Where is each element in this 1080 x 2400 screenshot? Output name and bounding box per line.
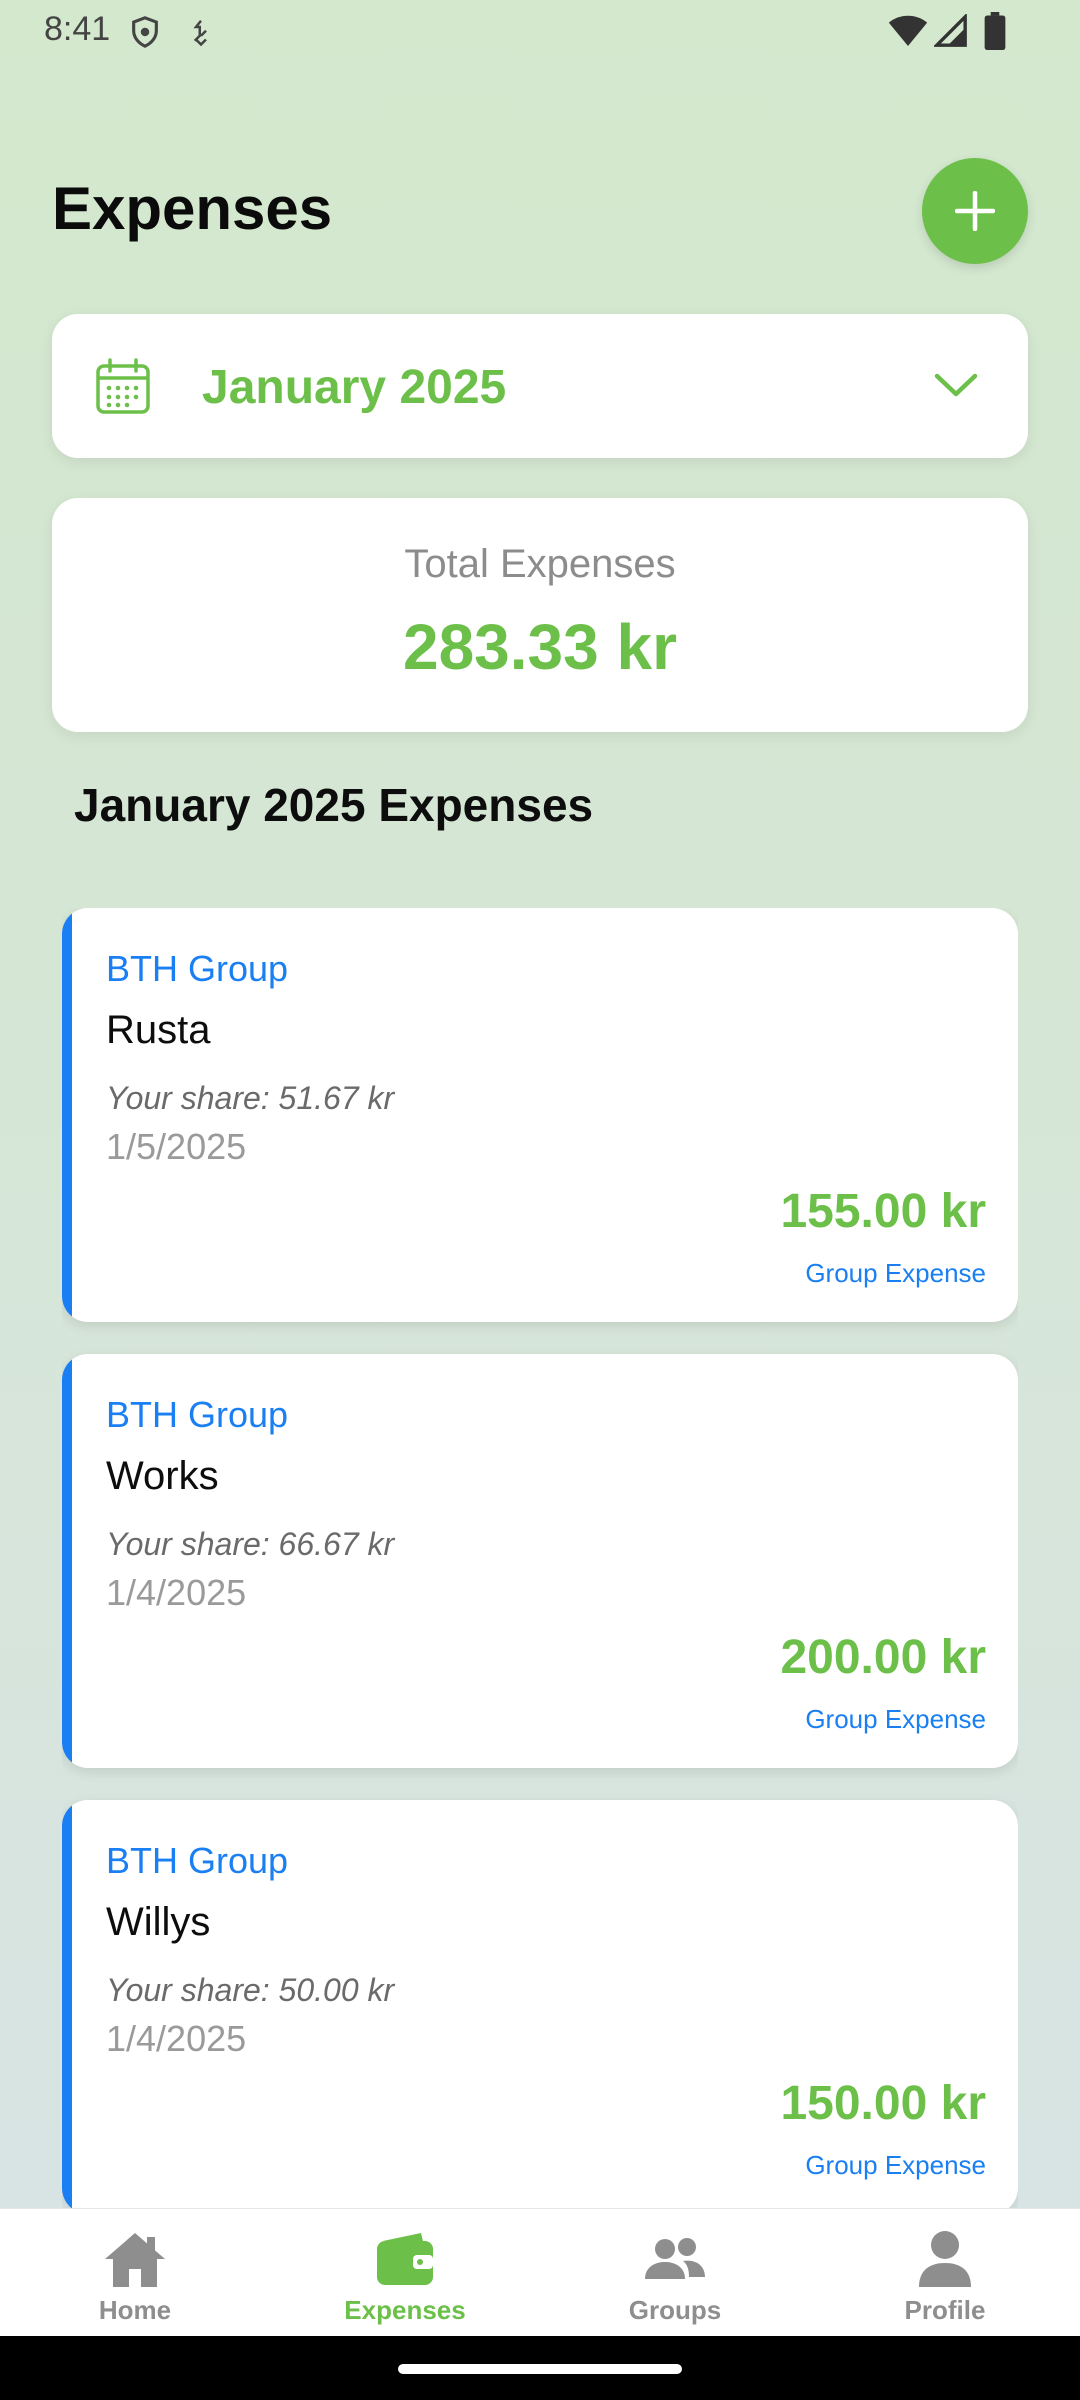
expense-group: BTH Group [106, 1840, 289, 1881]
nav-label-groups: Groups [628, 2295, 722, 2325]
selected-month: January 2025 [202, 361, 507, 414]
nav-item-expenses[interactable]: Expenses [270, 2209, 540, 2337]
system-gesture-bar [0, 2336, 1080, 2400]
expense-share: Your share: 66.67 kr [106, 1526, 395, 1562]
plus-icon [955, 191, 995, 231]
wallet-icon [377, 2233, 433, 2285]
status-bar: 8:41 [0, 0, 1080, 64]
usb-debug-icon [193, 19, 207, 47]
expense-card[interactable]: BTH Group Works Your share: 66.67 kr 1/4… [62, 1354, 1018, 1768]
expense-date: 1/4/2025 [106, 2018, 247, 2059]
expense-amount: 150.00 kr [780, 2077, 986, 2130]
add-expense-button[interactable] [922, 158, 1028, 264]
profile-icon [919, 2231, 971, 2287]
nav-label-home: Home [98, 2295, 172, 2325]
nav-item-groups[interactable]: Groups [540, 2209, 810, 2337]
cell-signal-icon [934, 14, 967, 47]
expense-card[interactable]: BTH Group Rusta Your share: 51.67 kr 1/5… [62, 908, 1018, 1322]
expense-group: BTH Group [106, 948, 289, 989]
expense-list[interactable]: BTH Group Rusta Your share: 51.67 kr 1/5… [62, 908, 1018, 2208]
page-title: Expenses [52, 175, 333, 242]
chevron-down-icon [934, 373, 978, 397]
expense-date: 1/5/2025 [106, 1126, 247, 1167]
wifi-icon [888, 15, 928, 46]
groups-icon [645, 2238, 705, 2279]
expense-card[interactable]: BTH Group Willys Your share: 50.00 kr 1/… [62, 1800, 1018, 2208]
expense-share: Your share: 50.00 kr [106, 1972, 395, 2008]
expense-type: Group Expense [805, 1258, 986, 1288]
total-expenses-label: Total Expenses [404, 542, 676, 586]
nav-item-profile[interactable]: Profile [810, 2209, 1080, 2337]
nav-label-expenses: Expenses [344, 2295, 466, 2325]
status-time: 8:41 [44, 10, 111, 48]
card-accent [62, 1354, 72, 1768]
home-icon [105, 2233, 165, 2287]
home-gesture-handle[interactable] [398, 2364, 682, 2374]
bottom-nav: Home Expenses Groups Profile [0, 2208, 1080, 2337]
nav-item-home[interactable]: Home [0, 2209, 270, 2337]
total-expenses-amount: 283.33 kr [402, 611, 678, 683]
nav-label-profile: Profile [904, 2295, 986, 2325]
total-expenses-card: Total Expenses 283.33 kr [52, 498, 1028, 732]
card-accent [62, 908, 72, 1322]
expense-amount: 155.00 kr [780, 1185, 986, 1238]
expense-name: Willys [106, 1900, 211, 1944]
battery-icon [984, 12, 1006, 50]
expense-date: 1/4/2025 [106, 1572, 247, 1613]
shield-icon [132, 16, 158, 48]
expense-share: Your share: 51.67 kr [106, 1080, 395, 1116]
section-title: January 2025 Expenses [74, 779, 594, 831]
expense-name: Works [106, 1454, 219, 1498]
expense-type: Group Expense [805, 1704, 986, 1734]
expense-group: BTH Group [106, 1394, 289, 1435]
expense-type: Group Expense [805, 2150, 986, 2180]
card-accent [62, 1800, 72, 2208]
month-selector[interactable]: January 2025 [52, 314, 1028, 458]
expense-name: Rusta [106, 1008, 211, 1052]
expense-amount: 200.00 kr [780, 1631, 986, 1684]
calendar-icon [96, 358, 150, 414]
